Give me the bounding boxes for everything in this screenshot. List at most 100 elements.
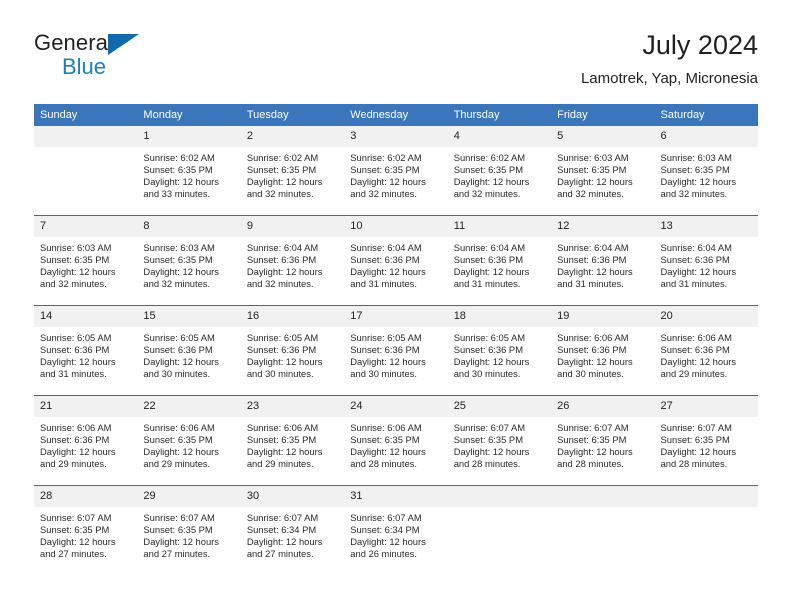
calendar-day-cell[interactable]: 13 Sunrise: 6:04 AM Sunset: 6:36 PM Dayligh… [654, 215, 758, 306]
calendar-day-cell[interactable]: 5 Sunrise: 6:03 AM Sunset: 6:35 PM Daylight… [551, 126, 655, 216]
calendar-day-cell[interactable]: 27 Sunrise: 6:07 AM Sunset: 6:35 PM Dayligh… [654, 395, 758, 486]
sunrise-text: Sunrise: 6:07 AM [453, 422, 526, 433]
day-number [34, 126, 138, 147]
sunrise-text: Sunrise: 6:07 AM [143, 512, 215, 523]
sunrise-text: Sunrise: 6:06 AM [350, 422, 422, 433]
daylight-text-line1: Daylight: 12 hours [143, 266, 219, 278]
calendar-body: 1 Sunrise: 6:02 AM Sunset: 6:35 PM Daylight… [34, 126, 758, 575]
calendar-day-cell[interactable]: 2 Sunrise: 6:02 AM Sunset: 6:35 PM Daylight… [240, 126, 345, 216]
daylight-text-line2: and 31 minutes. [557, 278, 624, 290]
calendar-day-cell[interactable]: 3 Sunrise: 6:02 AM Sunset: 6:35 PM Daylight… [344, 126, 448, 216]
sunrise-text: Sunrise: 6:07 AM [557, 422, 629, 433]
calendar-day-cell[interactable]: 19 Sunrise: 6:06 AM Sunset: 6:36 PM Dayligh… [551, 305, 655, 396]
day-number [551, 486, 655, 507]
daylight-text-line1: Daylight: 12 hours [350, 536, 426, 548]
day-number: 7 [34, 216, 138, 237]
day-details: Sunrise: 6:05 AM Sunset: 6:36 PM Daylight:… [137, 327, 240, 380]
day-details: Sunrise: 6:03 AM Sunset: 6:35 PM Daylight:… [137, 237, 240, 290]
calendar-day-cell[interactable]: 22 Sunrise: 6:06 AM Sunset: 6:35 PM Dayligh… [137, 395, 241, 486]
day-number: 11 [447, 216, 552, 237]
calendar-day-cell[interactable]: 15 Sunrise: 6:05 AM Sunset: 6:36 PM Dayligh… [137, 305, 241, 396]
sunset-text: Sunset: 6:36 PM [453, 254, 523, 266]
daylight-text-line1: Daylight: 12 hours [143, 536, 219, 548]
calendar-day-cell[interactable]: 4 Sunrise: 6:02 AM Sunset: 6:35 PM Daylight… [447, 126, 552, 216]
calendar-day-cell[interactable]: 23 Sunrise: 6:06 AM Sunset: 6:35 PM Dayligh… [240, 395, 345, 486]
general-blue-logo[interactable]: General Blue [34, 32, 214, 90]
sunset-text: Sunset: 6:35 PM [557, 164, 627, 176]
sunrise-text: Sunrise: 6:07 AM [350, 512, 422, 523]
sunrise-text: Sunrise: 6:06 AM [660, 332, 732, 343]
daylight-text-line1: Daylight: 12 hours [453, 446, 530, 458]
daylight-text-line2: and 32 minutes. [453, 188, 521, 200]
sunset-text: Sunset: 6:35 PM [246, 164, 317, 176]
day-number: 19 [551, 306, 655, 327]
sunrise-text: Sunrise: 6:05 AM [143, 332, 215, 343]
day-number: 20 [654, 306, 758, 327]
calendar-day-cell[interactable]: 31 Sunrise: 6:07 AM Sunset: 6:34 PM Dayligh… [344, 485, 448, 575]
calendar-day-cell[interactable]: 8 Sunrise: 6:03 AM Sunset: 6:35 PM Daylight… [137, 215, 241, 306]
sunset-text: Sunset: 6:35 PM [143, 164, 213, 176]
sunset-text: Sunset: 6:36 PM [350, 344, 420, 356]
day-number: 5 [551, 126, 655, 147]
calendar-day-cell[interactable]: 10 Sunrise: 6:04 AM Sunset: 6:36 PM Dayligh… [344, 215, 448, 306]
calendar-day-cell[interactable]: 25 Sunrise: 6:07 AM Sunset: 6:35 PM Dayligh… [447, 395, 552, 486]
daylight-text-line1: Daylight: 12 hours [350, 266, 426, 278]
sunset-text: Sunset: 6:35 PM [453, 434, 523, 446]
day-number: 18 [447, 306, 552, 327]
day-details: Sunrise: 6:03 AM Sunset: 6:35 PM Daylight:… [551, 147, 654, 200]
daylight-text-line2: and 32 minutes. [350, 188, 417, 200]
daylight-text-line2: and 30 minutes. [350, 368, 417, 380]
calendar-day-cell[interactable]: 6 Sunrise: 6:03 AM Sunset: 6:35 PM Daylight… [654, 126, 758, 216]
calendar-day-cell[interactable]: 12 Sunrise: 6:04 AM Sunset: 6:36 PM Dayligh… [551, 215, 655, 306]
day-number: 6 [654, 126, 758, 147]
sunset-text: Sunset: 6:35 PM [557, 434, 627, 446]
daylight-text-line1: Daylight: 12 hours [246, 536, 323, 548]
day-details: Sunrise: 6:05 AM Sunset: 6:36 PM Daylight:… [34, 327, 137, 380]
title-block: July 2024 Lamotrek, Yap, Micronesia [581, 28, 758, 90]
daylight-text-line1: Daylight: 12 hours [350, 446, 426, 458]
sunrise-text: Sunrise: 6:06 AM [557, 332, 629, 343]
sunrise-text: Sunrise: 6:04 AM [350, 242, 422, 253]
calendar-day-cell[interactable]: 18 Sunrise: 6:05 AM Sunset: 6:36 PM Dayligh… [447, 305, 552, 396]
day-number: 10 [344, 216, 448, 237]
calendar-header-row: Sunday Monday Tuesday Wednesday Thursday… [34, 104, 758, 126]
calendar-day-cell[interactable]: 30 Sunrise: 6:07 AM Sunset: 6:34 PM Dayligh… [240, 485, 345, 575]
calendar-day-cell[interactable]: 24 Sunrise: 6:06 AM Sunset: 6:35 PM Dayligh… [344, 395, 448, 486]
day-number: 25 [447, 396, 552, 417]
sunrise-text: Sunrise: 6:03 AM [660, 152, 732, 163]
calendar-day-cell[interactable]: 14 Sunrise: 6:05 AM Sunset: 6:36 PM Dayligh… [34, 305, 138, 396]
sunrise-text: Sunrise: 6:03 AM [557, 152, 629, 163]
day-number: 29 [137, 486, 241, 507]
calendar-week-row: 1 Sunrise: 6:02 AM Sunset: 6:35 PM Daylight… [34, 126, 758, 216]
sunset-text: Sunset: 6:35 PM [143, 434, 213, 446]
calendar-day-cell[interactable]: 16 Sunrise: 6:05 AM Sunset: 6:36 PM Dayligh… [240, 305, 345, 396]
daylight-text-line2: and 28 minutes. [557, 458, 624, 470]
calendar-page: General Blue July 2024 Lamotrek, Yap, Mi… [0, 0, 792, 612]
calendar-day-cell[interactable]: 21 Sunrise: 6:06 AM Sunset: 6:36 PM Dayligh… [34, 395, 138, 486]
calendar-day-cell[interactable]: 17 Sunrise: 6:05 AM Sunset: 6:36 PM Dayligh… [344, 305, 448, 396]
calendar-day-cell[interactable]: 1 Sunrise: 6:02 AM Sunset: 6:35 PM Daylight… [137, 126, 241, 216]
day-details: Sunrise: 6:04 AM Sunset: 6:36 PM Daylight:… [344, 237, 447, 290]
day-details: Sunrise: 6:04 AM Sunset: 6:36 PM Daylight:… [551, 237, 654, 290]
day-number [447, 486, 552, 507]
calendar-day-cell[interactable]: 28 Sunrise: 6:07 AM Sunset: 6:35 PM Dayligh… [34, 485, 138, 575]
daylight-text-line2: and 26 minutes. [350, 548, 417, 560]
calendar-day-cell[interactable]: 29 Sunrise: 6:07 AM Sunset: 6:35 PM Dayligh… [137, 485, 241, 575]
calendar-day-cell[interactable]: 7 Sunrise: 6:03 AM Sunset: 6:35 PM Daylight… [34, 215, 138, 306]
day-number: 24 [344, 396, 448, 417]
day-number: 4 [447, 126, 552, 147]
sunset-text: Sunset: 6:35 PM [350, 164, 420, 176]
daylight-text-line1: Daylight: 12 hours [350, 356, 426, 368]
daylight-text-line1: Daylight: 12 hours [40, 446, 116, 458]
weekday-header-tuesday: Tuesday [240, 104, 345, 126]
calendar-day-cell[interactable]: 26 Sunrise: 6:07 AM Sunset: 6:35 PM Dayligh… [551, 395, 655, 486]
day-number: 12 [551, 216, 655, 237]
sunset-text: Sunset: 6:36 PM [660, 344, 730, 356]
calendar-day-cell-empty [447, 485, 552, 575]
daylight-text-line2: and 27 minutes. [143, 548, 211, 560]
daylight-text-line2: and 29 minutes. [246, 458, 314, 470]
calendar-day-cell[interactable]: 9 Sunrise: 6:04 AM Sunset: 6:36 PM Daylight… [240, 215, 345, 306]
calendar-day-cell[interactable]: 11 Sunrise: 6:04 AM Sunset: 6:36 PM Dayligh… [447, 215, 552, 306]
calendar-day-cell[interactable]: 20 Sunrise: 6:06 AM Sunset: 6:36 PM Dayligh… [654, 305, 758, 396]
sunrise-text: Sunrise: 6:07 AM [660, 422, 732, 433]
